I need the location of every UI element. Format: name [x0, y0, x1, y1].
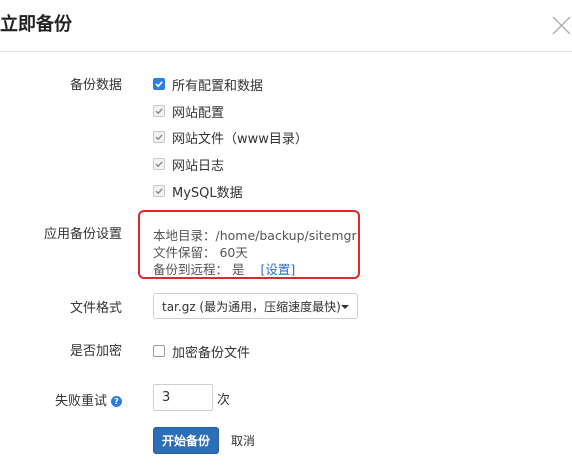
file-format-value: tar.gz (最为通用，压缩速度最快) — [162, 299, 341, 314]
retry-label-wrap: 失败重试? — [0, 390, 122, 409]
file-format-select[interactable]: tar.gz (最为通用，压缩速度最快) — [153, 293, 358, 319]
checkbox-checked-disabled-icon[interactable] — [153, 105, 165, 117]
option-all[interactable]: 所有配置和数据 — [153, 75, 264, 94]
encrypt-label: 是否加密 — [69, 344, 122, 359]
cancel-button[interactable]: 取消 — [231, 432, 255, 449]
caret-down-icon — [341, 305, 349, 309]
option-site-files-label: 网站文件（www目录） — [172, 131, 308, 147]
retry-unit: 次 — [217, 393, 231, 408]
encrypt-option[interactable]: 加密备份文件 — [153, 342, 251, 361]
checkbox-checked-disabled-icon[interactable] — [153, 185, 165, 197]
help-icon[interactable]: ? — [111, 396, 122, 407]
checkbox-checked-disabled-icon[interactable] — [153, 158, 165, 170]
file-format-label: 文件格式 — [69, 301, 122, 316]
option-all-label: 所有配置和数据 — [172, 78, 264, 94]
option-site-logs-label: 网站日志 — [172, 158, 225, 174]
checkbox-checked-disabled-icon[interactable] — [153, 131, 165, 143]
settings-link[interactable]: [设置] — [260, 262, 295, 277]
close-icon[interactable] — [550, 12, 572, 38]
retry-label: 失败重试 — [54, 394, 107, 409]
option-mysql[interactable]: MySQL数据 — [153, 182, 243, 201]
retry-count-input[interactable] — [153, 384, 213, 411]
checkbox-checked-icon[interactable] — [153, 78, 165, 90]
checkbox-unchecked-icon[interactable] — [153, 345, 165, 357]
remote-backup-text: 备份到远程： 是 — [153, 262, 245, 277]
encrypt-option-label: 加密备份文件 — [172, 345, 251, 361]
option-site-files[interactable]: 网站文件（www目录） — [153, 128, 308, 147]
option-mysql-label: MySQL数据 — [172, 185, 243, 201]
dialog-title: 立即备份 — [0, 14, 72, 35]
remote-backup: 备份到远程： 是 [设置] — [153, 259, 295, 278]
option-site-logs[interactable]: 网站日志 — [153, 155, 225, 174]
dialog-header: 立即备份 — [0, 0, 572, 52]
option-site-config-label: 网站配置 — [172, 105, 225, 121]
backup-data-label: 备份数据 — [69, 78, 122, 93]
option-site-config[interactable]: 网站配置 — [153, 102, 225, 121]
backup-settings-label: 应用备份设置 — [43, 227, 122, 242]
start-backup-button[interactable]: 开始备份 — [153, 427, 219, 454]
